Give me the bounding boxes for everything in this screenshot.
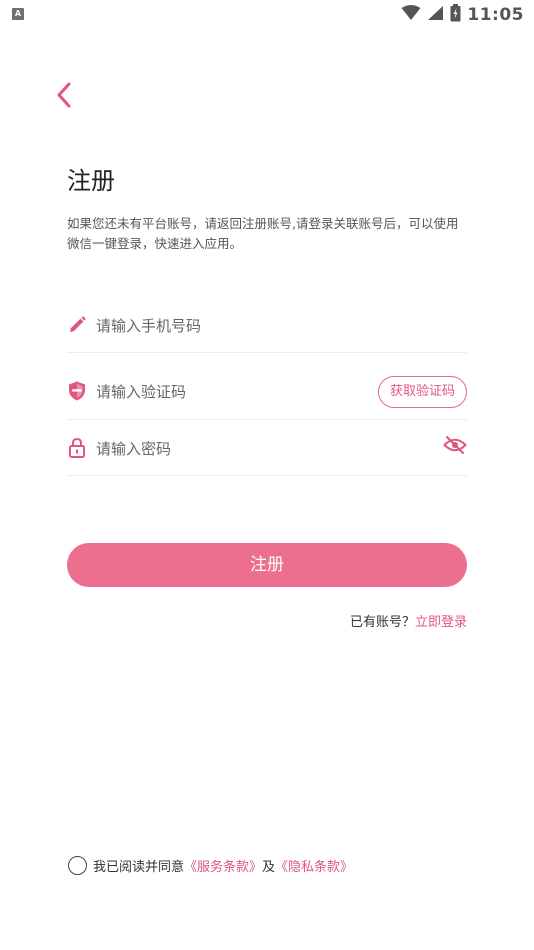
agreement-and: 及 xyxy=(262,859,276,875)
password-visibility-toggle[interactable] xyxy=(443,436,467,458)
login-prompt: 已有账号？立即登录 xyxy=(350,611,467,630)
eye-off-icon xyxy=(443,435,467,459)
register-screen: A 11:05 注册 如果您还未有平台账号，请返回注册账号,请登录关联账号后，可… xyxy=(0,0,534,950)
back-button[interactable] xyxy=(50,82,78,112)
service-terms-link[interactable]: 《服务条款》 xyxy=(184,856,262,875)
battery-icon xyxy=(450,4,461,26)
agree-checkbox[interactable] xyxy=(68,855,87,875)
agreement-row: 我已阅读并同意 《服务条款》 及 《隐私条款》 xyxy=(68,855,353,875)
code-row: 获取验证码 xyxy=(67,365,467,420)
phone-input[interactable] xyxy=(96,314,376,338)
password-row xyxy=(67,420,467,476)
pencil-icon xyxy=(67,315,87,335)
agreement-text: 我已阅读并同意 xyxy=(93,859,185,875)
shield-icon xyxy=(67,381,87,401)
login-prompt-text: 已有账号？ xyxy=(349,615,415,630)
signal-icon xyxy=(427,5,444,25)
phone-row xyxy=(67,300,467,353)
password-input[interactable] xyxy=(96,437,376,461)
register-button[interactable]: 注册 xyxy=(67,543,467,587)
privacy-terms-link[interactable]: 《隐私条款》 xyxy=(275,856,353,875)
status-bar: A 11:05 xyxy=(0,0,534,30)
chevron-left-icon xyxy=(56,82,72,112)
get-code-button[interactable]: 获取验证码 xyxy=(378,376,467,408)
status-time: 11:05 xyxy=(467,5,524,25)
wifi-icon xyxy=(401,5,421,25)
login-link[interactable]: 立即登录 xyxy=(415,615,467,630)
lock-icon xyxy=(67,438,87,458)
status-icons: 11:05 xyxy=(401,4,524,26)
notification-badge-icon: A xyxy=(12,8,24,20)
code-input[interactable] xyxy=(96,380,376,404)
page-description: 如果您还未有平台账号，请返回注册账号,请登录关联账号后，可以使用微信一键登录，快… xyxy=(67,216,459,251)
page-title: 注册 xyxy=(67,167,115,195)
